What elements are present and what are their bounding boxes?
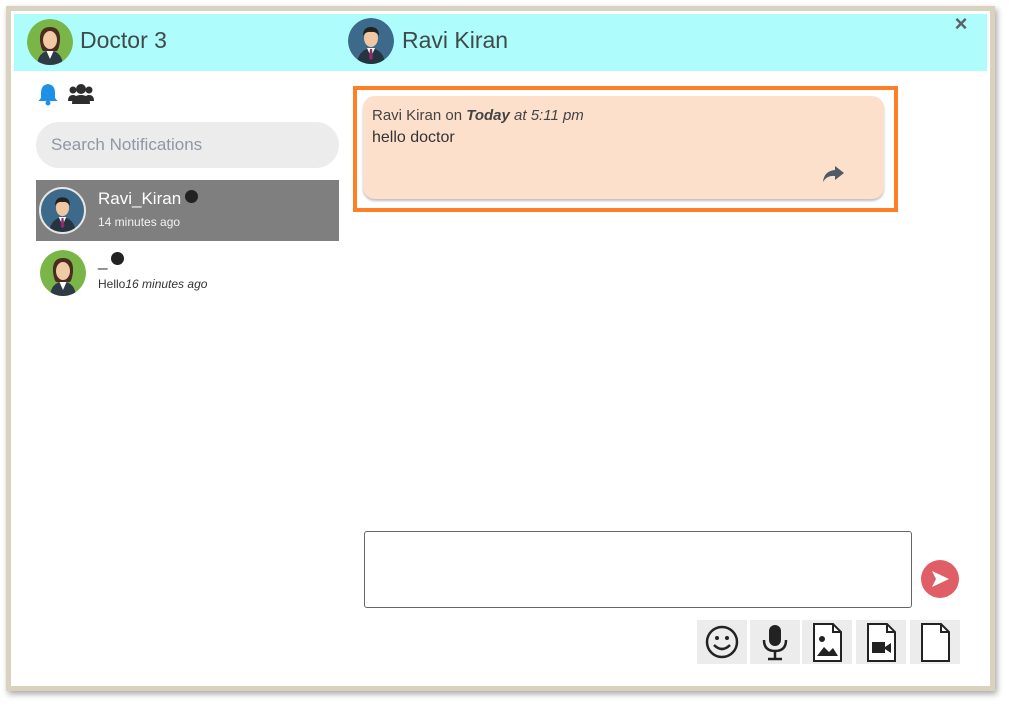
- contact-item-2[interactable]: _ Hello16 minutes ago: [36, 242, 339, 303]
- contact-name: Ravi_Kiran: [98, 188, 199, 210]
- sidebar-icon-bar: [37, 82, 107, 108]
- bell-icon[interactable]: [37, 82, 59, 106]
- message-bubble: Ravi Kiran on Today at 5:11 pm hello doc…: [363, 96, 884, 199]
- contact-avatar: [39, 187, 86, 234]
- close-button[interactable]: ×: [950, 12, 972, 36]
- emoji-icon: [705, 625, 739, 659]
- message-input[interactable]: [364, 531, 912, 608]
- microphone-button[interactable]: [750, 620, 800, 664]
- contact-timestamp: 16 minutes ago: [125, 277, 208, 291]
- chat-partner-avatar: [348, 18, 394, 64]
- microphone-icon: [762, 625, 788, 661]
- image-icon: [813, 623, 842, 662]
- send-icon: [932, 571, 949, 587]
- contact-last-message: Hello16 minutes ago: [98, 276, 207, 292]
- contact-name: _: [98, 250, 125, 272]
- message-on-word: on: [445, 107, 463, 124]
- emoji-button[interactable]: [697, 620, 747, 664]
- file-button[interactable]: [910, 620, 960, 664]
- contact-name-text: Ravi_Kiran: [98, 189, 182, 208]
- contact-name-text: _: [98, 251, 108, 270]
- current-user-name: Doctor 3: [80, 27, 167, 53]
- close-icon: ×: [954, 11, 968, 36]
- message-time: at 5:11 pm: [514, 107, 584, 124]
- current-user-avatar: [27, 19, 73, 65]
- users-icon[interactable]: [68, 82, 94, 106]
- message-text: hello doctor: [372, 129, 455, 146]
- forward-icon[interactable]: [819, 163, 847, 185]
- image-button[interactable]: [802, 620, 852, 664]
- send-button[interactable]: [921, 560, 959, 598]
- chat-header: Doctor 3 Ravi Kiran: [14, 14, 987, 71]
- status-dot: [185, 190, 199, 203]
- status-dot: [111, 252, 125, 265]
- video-button[interactable]: [856, 620, 906, 664]
- contact-avatar: [40, 250, 86, 296]
- message-meta: Ravi Kiran on Today at 5:11 pm: [372, 106, 584, 126]
- file-icon: [921, 623, 950, 662]
- last-message-text: Hello: [98, 277, 126, 291]
- contact-timestamp: 14 minutes ago: [98, 215, 181, 229]
- contact-item-ravi-kiran[interactable]: Ravi_Kiran 14 minutes ago: [36, 180, 339, 241]
- message-sender: Ravi Kiran: [372, 107, 442, 124]
- chat-partner-name: Ravi Kiran: [402, 27, 509, 53]
- video-icon: [867, 623, 896, 662]
- search-notifications-input[interactable]: [36, 122, 339, 168]
- message-day: Today: [466, 107, 510, 124]
